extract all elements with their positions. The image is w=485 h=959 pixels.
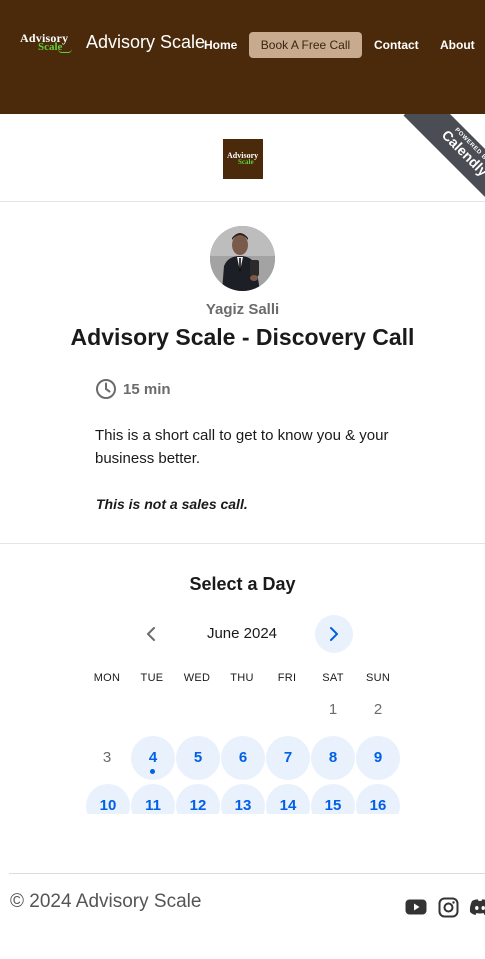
calendar-day-9[interactable]: 9: [356, 736, 400, 780]
calendar-day-8[interactable]: 8: [311, 736, 355, 780]
calendar-day-2: 2: [373, 701, 383, 718]
footer-divider: [9, 873, 485, 874]
site-logo[interactable]: Advisory Scale: [18, 31, 74, 55]
weekday-thu: THU: [230, 672, 254, 684]
select-day-heading: Select a Day: [189, 574, 296, 594]
footer-copyright: © 2024 Advisory Scale: [10, 891, 202, 912]
calendar-day-13[interactable]: 13: [221, 784, 265, 814]
host-avatar: [210, 226, 275, 291]
weekday-fri: FRI: [277, 672, 297, 684]
calendar-day-4-label: 4: [148, 749, 158, 766]
chevron-left-icon: [147, 627, 155, 641]
divider: [0, 201, 485, 202]
weekday-sun: SUN: [365, 672, 391, 684]
calendar-day-1: 1: [328, 701, 338, 718]
calendar-day-16[interactable]: 16: [356, 784, 400, 814]
logo-swoosh: [58, 49, 72, 53]
instagram-icon[interactable]: [438, 897, 459, 918]
chevron-right-icon: [330, 627, 338, 641]
calendar-grid: 1 2 3 4 5 6 7 8 9 10 11 12 13 14 15 16: [0, 690, 485, 814]
calendar-day-14[interactable]: 14: [266, 784, 310, 814]
event-description-emphasis: This is not a sales call.: [96, 496, 248, 512]
next-month-button[interactable]: [315, 615, 353, 653]
event-description: This is a short call to get to know you …: [95, 427, 389, 467]
youtube-icon[interactable]: [405, 898, 427, 916]
today-indicator: [150, 769, 155, 774]
weekday-mon: MON: [93, 672, 121, 684]
calendar-day-7[interactable]: 7: [266, 736, 310, 780]
powered-by-calendly-badge[interactable]: POWERED BY Calendly: [385, 114, 485, 214]
discord-icon[interactable]: [469, 898, 485, 916]
nav-about-link[interactable]: About: [440, 38, 475, 52]
calendar-day-3: 3: [102, 749, 112, 766]
weekday-wed: WED: [183, 672, 211, 684]
org-logo-line-2: Scale: [238, 158, 254, 166]
weekday-sat: SAT: [322, 672, 344, 684]
event-duration: 15 min: [123, 381, 171, 398]
nav-contact-link[interactable]: Contact: [374, 38, 419, 52]
organization-logo: Advisory Scale: [223, 139, 263, 179]
clock-icon: [95, 378, 117, 400]
site-title[interactable]: Advisory Scale: [86, 32, 205, 53]
calendar-day-15[interactable]: 15: [311, 784, 355, 814]
calendly-ribbon: POWERED BY Calendly: [403, 114, 485, 214]
weekday-tue: TUE: [140, 672, 164, 684]
calendar-day-5[interactable]: 5: [176, 736, 220, 780]
calendar-day-12[interactable]: 12: [176, 784, 220, 814]
current-month: June 2024: [206, 625, 278, 642]
event-title: Advisory Scale - Discovery Call: [70, 324, 415, 350]
nav-home-link[interactable]: Home: [204, 38, 237, 52]
host-name: Yagiz Salli: [205, 301, 280, 318]
ribbon-calendly: Calendly: [438, 126, 485, 180]
site-header: Advisory Scale Advisory Scale Home Book …: [0, 0, 485, 114]
divider: [0, 543, 485, 544]
calendar-day-11[interactable]: 11: [131, 784, 175, 814]
nav-book-call-button[interactable]: Book A Free Call: [249, 32, 362, 58]
calendar-day-10[interactable]: 10: [86, 784, 130, 814]
calendar-day-4[interactable]: 4: [131, 736, 175, 780]
calendar-day-6[interactable]: 6: [221, 736, 265, 780]
previous-month-button[interactable]: [134, 615, 168, 653]
